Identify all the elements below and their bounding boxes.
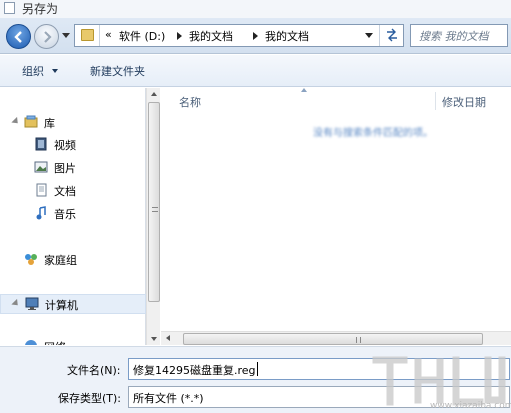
folder-icon <box>81 29 94 41</box>
computer-icon <box>25 297 39 310</box>
organize-caret-icon[interactable] <box>52 69 58 73</box>
file-list-hscrollbar[interactable] <box>161 331 511 345</box>
address-dropdown-icon[interactable] <box>365 33 373 38</box>
filename-value: 修复14295磁盘重复.reg <box>133 364 256 377</box>
search-input[interactable]: 搜索 我的文档 <box>410 24 508 47</box>
file-list[interactable]: 名称 修改日期 没有与搜索条件匹配的项。 <box>161 88 511 328</box>
breadcrumb-folder[interactable]: 我的文档 <box>189 28 233 44</box>
breadcrumb-drive[interactable]: 软件 (D:) <box>119 28 165 44</box>
sidebar-item-label: 图片 <box>54 162 76 175</box>
sidebar-item-documents[interactable]: 文档 <box>0 180 146 200</box>
search-placeholder: 搜索 我的文档 <box>419 30 489 43</box>
title-bar: 另存为 <box>0 0 511 18</box>
music-icon <box>36 206 46 220</box>
new-folder-button[interactable]: 新建文件夹 <box>90 63 145 79</box>
scrollbar-thumb[interactable] <box>183 333 483 345</box>
forward-button[interactable] <box>34 24 59 49</box>
scroll-left-icon[interactable] <box>166 335 170 341</box>
pictures-icon <box>34 161 48 173</box>
sidebar-item-label: 计算机 <box>45 299 78 312</box>
navigation-pane-scrollbar[interactable] <box>146 88 160 345</box>
filetype-value: 所有文件 (*.*) <box>133 392 204 405</box>
empty-folder-message: 没有与搜索条件匹配的项。 <box>313 128 433 139</box>
filetype-label: 保存类型(T): <box>58 392 122 405</box>
sidebar-item-computer[interactable]: 计算机 <box>0 294 146 314</box>
sidebar-item-label: 文档 <box>54 185 76 198</box>
sidebar-item-music[interactable]: 音乐 <box>0 203 146 223</box>
address-bar[interactable]: « 软件 (D:) 我的文档 我的文档 <box>74 24 404 47</box>
homegroup-icon <box>25 254 37 265</box>
breadcrumb-arrow-icon[interactable] <box>253 32 258 40</box>
column-header-name[interactable]: 名称 <box>179 94 201 110</box>
recent-locations-dropdown[interactable] <box>62 33 70 38</box>
command-toolbar: 组织 新建文件夹 <box>0 55 511 87</box>
expand-icon[interactable] <box>11 116 21 127</box>
sidebar-item-label: 库 <box>44 117 55 130</box>
sidebar-item-videos[interactable]: 视频 <box>0 134 146 154</box>
back-arrow-icon <box>14 31 22 43</box>
expand-icon[interactable] <box>11 298 21 309</box>
sidebar-item-pictures[interactable]: 图片 <box>0 157 146 177</box>
filename-label: 文件名(N): <box>67 364 121 377</box>
navigation-bar: « 软件 (D:) 我的文档 我的文档 搜索 我的文档 <box>0 18 511 54</box>
column-header-date[interactable]: 修改日期 <box>442 94 486 110</box>
network-icon <box>25 340 37 345</box>
refresh-button[interactable] <box>379 25 404 46</box>
sidebar-item-label: 家庭组 <box>44 254 77 267</box>
scrollbar-thumb[interactable] <box>148 102 160 302</box>
back-button[interactable] <box>6 24 31 49</box>
breadcrumb-overflow[interactable]: « <box>105 28 112 41</box>
sidebar-item-label: 网络 <box>44 339 66 345</box>
window-title: 另存为 <box>22 2 59 16</box>
text-caret <box>257 362 258 376</box>
watermark-url: www.xiazaiba.com <box>430 401 511 411</box>
scroll-up-icon[interactable] <box>151 92 157 96</box>
sidebar-item-network[interactable]: 网络 <box>0 336 146 345</box>
sidebar-item-label: 音乐 <box>54 208 76 221</box>
refresh-icon <box>387 28 397 42</box>
documents-icon <box>36 183 47 197</box>
sidebar-item-homegroup[interactable]: 家庭组 <box>0 249 146 269</box>
library-icon <box>24 115 38 128</box>
sort-indicator-icon <box>301 88 307 92</box>
sidebar-item-label: 视频 <box>54 139 76 152</box>
sidebar-item-libraries[interactable]: 库 <box>0 112 146 132</box>
organize-button[interactable]: 组织 <box>22 63 44 79</box>
navigation-pane: 库 视频 图片 文档 音乐 家庭组 计算机 网络 <box>0 88 146 345</box>
breadcrumb-arrow-icon[interactable] <box>177 32 182 40</box>
scroll-down-icon[interactable] <box>151 337 157 341</box>
forward-arrow-icon <box>44 31 52 43</box>
window-icon <box>4 2 15 14</box>
breadcrumb-current[interactable]: 我的文档 <box>265 28 309 44</box>
video-icon <box>35 137 47 151</box>
